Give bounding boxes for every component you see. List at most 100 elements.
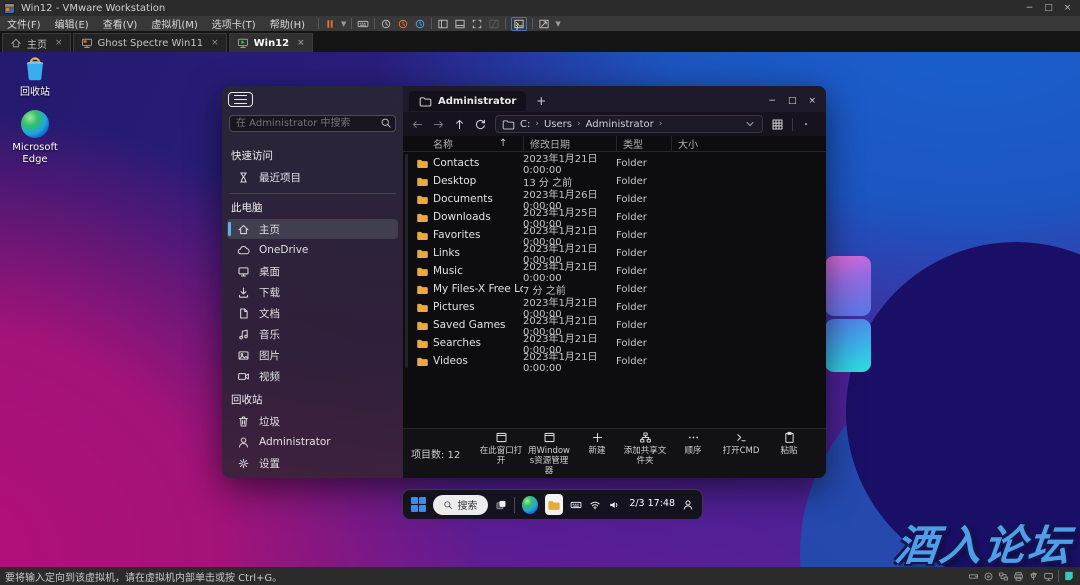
column-date-modified[interactable]: 修改日期 [523, 136, 616, 151]
vmware-workstation-window: Win12 - VMware Workstation − □ × 文件(F)编辑… [0, 0, 1080, 585]
show-library-icon[interactable] [437, 18, 449, 30]
column-size[interactable]: 大小 [671, 136, 826, 151]
explorer-tabstrip: Administrator + − □ × [403, 86, 826, 112]
start-button[interactable] [411, 497, 426, 512]
desktop-icon-edge[interactable]: Microsoft Edge [4, 109, 66, 166]
address-bar[interactable]: C:›Users›Administrator› [495, 115, 763, 133]
breadcrumb-segment[interactable]: Administrator [586, 119, 654, 130]
menu-item[interactable]: 编辑(E) [48, 16, 96, 31]
sidebar-item-视频[interactable]: 视频 [227, 366, 398, 386]
edge-taskbar-icon[interactable] [522, 496, 538, 514]
status-text: 要将输入定向到该虚拟机，请在虚拟机内部单击或按 Ctrl+G。 [5, 569, 282, 584]
sidebar-item-垃圾[interactable]: 垃圾 [227, 411, 398, 431]
sidebar-item-最近项目[interactable]: 最近项目 [227, 167, 398, 187]
explorer-tab[interactable]: Administrator [409, 91, 526, 111]
cd-icon[interactable] [983, 571, 994, 582]
pause-vm-icon[interactable] [324, 18, 336, 30]
chevron-down-icon[interactable] [744, 118, 756, 130]
menu-item[interactable]: 查看(V) [96, 16, 145, 31]
粘贴-button[interactable]: 粘贴 [767, 431, 811, 456]
taskbar-search[interactable]: 搜索 [433, 495, 488, 515]
forward-icon[interactable] [432, 118, 445, 131]
maximize-button[interactable]: □ [1040, 2, 1057, 15]
touch-keyboard-icon[interactable] [570, 499, 582, 511]
people-icon[interactable] [682, 499, 694, 511]
打开CMD-button[interactable]: 打开CMD [719, 431, 763, 456]
ctrl-alt-del-icon[interactable] [357, 18, 369, 30]
vm-tab[interactable]: 主页 × [2, 33, 71, 52]
vm-tab-label: 主页 [27, 36, 47, 51]
taskbar-clock[interactable]: 2/3 17:48 [629, 499, 675, 509]
stretch-dropdown-icon[interactable]: ▼ [555, 20, 560, 28]
task-view-icon[interactable] [495, 499, 507, 511]
minimize-button[interactable]: − [768, 96, 776, 106]
folder-icon [416, 211, 433, 224]
stretch-view-icon[interactable] [538, 18, 550, 30]
顺序-button[interactable]: 顺序 [671, 431, 715, 456]
sidebar-item-主页[interactable]: 主页 [227, 219, 398, 239]
sidebar-item-onedrive[interactable]: OneDrive [227, 240, 398, 260]
tab-close-icon[interactable]: × [211, 38, 219, 48]
breadcrumb-segment[interactable]: C: [520, 119, 530, 130]
usb-icon[interactable] [1028, 571, 1039, 582]
menu-item[interactable]: 文件(F) [0, 16, 48, 31]
sidebar-item-桌面[interactable]: 桌面 [227, 261, 398, 281]
refresh-icon[interactable] [474, 118, 487, 131]
back-icon[interactable] [411, 118, 424, 131]
desktop-icon-recycle-bin[interactable]: 回收站 [4, 54, 66, 99]
network-icon[interactable] [998, 571, 1009, 582]
console-view-button[interactable] [511, 17, 527, 31]
file-row[interactable]: Contacts2023年1月21日 0:00:00Folder [403, 154, 826, 172]
file-row[interactable]: Videos2023年1月21日 0:00:00Folder [403, 352, 826, 370]
sidebar-item-音乐[interactable]: 音乐 [227, 324, 398, 344]
more-options-icon[interactable] [801, 119, 811, 129]
hamburger-menu-button[interactable] [228, 92, 253, 107]
breadcrumb-separator: › [577, 119, 581, 129]
display-icon[interactable] [1043, 571, 1054, 582]
printer-icon[interactable] [1013, 571, 1024, 582]
sidebar-item-设置[interactable]: 设置 [227, 453, 398, 473]
用Windows资源管理器-button[interactable]: 用Windows资源管理器 [527, 431, 571, 477]
sidebar-item-图片[interactable]: 图片 [227, 345, 398, 365]
sidebar-item-文档[interactable]: 文档 [227, 303, 398, 323]
column-name[interactable]: 名称 [433, 136, 499, 151]
close-button[interactable]: × [1059, 2, 1076, 15]
take-snapshot-icon[interactable] [380, 18, 392, 30]
vm-tab[interactable]: Win12× [229, 33, 313, 52]
explorer-taskbar-icon[interactable] [545, 494, 564, 515]
在此窗口打开-button[interactable]: 在此窗口打开 [479, 431, 523, 466]
pause-dropdown-icon[interactable]: ▼ [341, 20, 346, 28]
column-type[interactable]: 类型 [616, 136, 671, 151]
folder-icon [416, 229, 433, 242]
volume-icon[interactable] [608, 499, 620, 511]
menu-item[interactable]: 虚拟机(M) [144, 16, 204, 31]
tab-close-icon[interactable]: × [297, 38, 305, 48]
revert-snapshot-icon[interactable] [397, 18, 409, 30]
hdd-icon[interactable] [968, 571, 979, 582]
show-thumbnail-bar-icon[interactable] [454, 18, 466, 30]
message-log-icon[interactable] [1063, 570, 1075, 582]
sort-ascending-icon[interactable]: ↑ [499, 138, 523, 149]
files-app-window: 快速访问最近项目此电脑主页OneDrive桌面下载文档音乐图片视频回收站垃圾Ad… [222, 86, 826, 478]
menu-item[interactable]: 选项卡(T) [205, 16, 263, 31]
menu-item[interactable]: 帮助(H) [263, 16, 312, 31]
wifi-icon[interactable] [589, 499, 601, 511]
file-row[interactable]: Music2023年1月21日 0:00:00Folder [403, 262, 826, 280]
file-action-button[interactable] [815, 431, 826, 444]
new-tab-button[interactable]: + [536, 94, 546, 108]
sidebar-item-下载[interactable]: 下载 [227, 282, 398, 302]
minimize-button[interactable]: − [1021, 2, 1038, 15]
search-input[interactable] [229, 115, 396, 132]
tab-close-icon[interactable]: × [55, 38, 63, 48]
manage-snapshots-icon[interactable] [414, 18, 426, 30]
fullscreen-icon[interactable] [471, 18, 483, 30]
view-grid-icon[interactable] [771, 118, 784, 131]
breadcrumb-segment[interactable]: Users [544, 119, 572, 130]
新建-button[interactable]: 新建 [575, 431, 619, 456]
vm-tab[interactable]: Ghost Spectre Win11× [73, 33, 227, 52]
up-icon[interactable] [453, 118, 466, 131]
添加共享文件夹-button[interactable]: 添加共享文件夹 [623, 431, 667, 466]
sidebar-item-administrator[interactable]: Administrator [227, 432, 398, 452]
maximize-button[interactable]: □ [788, 96, 797, 106]
close-button[interactable]: × [808, 96, 816, 106]
